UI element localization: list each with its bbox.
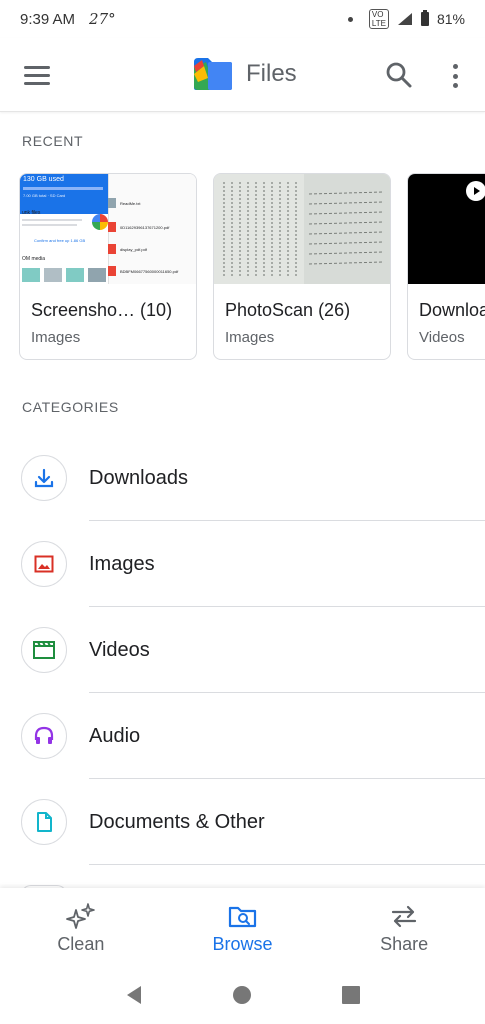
video-icon bbox=[33, 641, 55, 659]
categories-section-label: CATEGORIES bbox=[22, 399, 119, 415]
status-bar: 9:39 AM 27° VO LTE 81% bbox=[0, 0, 485, 38]
nav-clean[interactable]: Clean bbox=[0, 888, 162, 965]
battery-icon bbox=[420, 10, 429, 26]
photoscan-thumbnail bbox=[214, 174, 390, 284]
status-time: 9:39 AM bbox=[20, 10, 76, 28]
recent-card-subtitle: Videos bbox=[419, 329, 465, 346]
back-triangle-icon bbox=[127, 985, 142, 1004]
recent-card-screenshots[interactable]: 130 GB used 7.00 GB total · SD Card unk … bbox=[19, 173, 197, 360]
recent-card-photoscan[interactable]: PhotoScan (26) Images bbox=[213, 173, 391, 360]
nav-browse[interactable]: Browse bbox=[162, 888, 324, 965]
image-icon bbox=[34, 555, 54, 573]
recent-card-downloads[interactable]: Downloa Videos bbox=[407, 173, 485, 360]
category-label: Images bbox=[89, 553, 155, 575]
recent-card-subtitle: Images bbox=[225, 329, 275, 346]
recent-card-subtitle: Images bbox=[31, 329, 81, 346]
menu-button[interactable] bbox=[24, 66, 50, 86]
nav-share[interactable]: Share bbox=[323, 888, 485, 965]
category-label: Audio bbox=[89, 725, 141, 747]
more-vert-icon bbox=[452, 64, 458, 69]
system-navigation-bar bbox=[0, 965, 485, 1024]
search-icon bbox=[386, 62, 412, 88]
browse-folder-icon bbox=[228, 906, 256, 928]
document-icon bbox=[37, 812, 52, 832]
category-videos[interactable]: Videos bbox=[0, 607, 485, 693]
bottom-navigation: Clean Browse Share bbox=[0, 888, 485, 965]
signal-icon bbox=[397, 13, 412, 25]
sparkle-icon bbox=[65, 903, 95, 929]
home-circle-icon bbox=[233, 985, 252, 1004]
volte-icon: VO LTE bbox=[368, 9, 389, 29]
category-audio[interactable]: Audio bbox=[0, 693, 485, 779]
nav-label: Clean bbox=[57, 934, 105, 954]
files-logo-icon bbox=[192, 56, 234, 92]
recent-card-title: Downloa bbox=[419, 300, 485, 320]
divider bbox=[89, 864, 485, 865]
download-icon bbox=[34, 468, 54, 488]
recents-square-icon bbox=[341, 985, 360, 1004]
swap-arrows-icon bbox=[392, 905, 417, 928]
play-icon bbox=[466, 181, 485, 201]
home-button[interactable] bbox=[229, 982, 255, 1008]
recent-card-title: Screensho… (10) bbox=[31, 300, 173, 320]
status-temperature: 27° bbox=[89, 10, 116, 28]
back-button[interactable] bbox=[121, 982, 147, 1008]
recents-button[interactable] bbox=[338, 982, 364, 1008]
notification-dot-icon bbox=[347, 16, 353, 22]
nav-label: Share bbox=[380, 934, 429, 954]
category-images[interactable]: Images bbox=[0, 521, 485, 607]
app-bar: Files bbox=[0, 38, 485, 112]
nav-label: Browse bbox=[212, 934, 273, 954]
video-thumbnail bbox=[408, 174, 485, 284]
app-title: Files bbox=[246, 60, 297, 87]
category-label: Videos bbox=[89, 639, 150, 661]
recent-card-title: PhotoScan (26) bbox=[225, 300, 351, 320]
recent-carousel[interactable]: 130 GB used 7.00 GB total · SD Card unk … bbox=[19, 173, 485, 360]
search-button[interactable] bbox=[384, 60, 414, 90]
category-documents[interactable]: Documents & Other bbox=[0, 779, 485, 865]
app-logo-title: Files bbox=[192, 56, 297, 92]
screenshot-thumbnail: 130 GB used 7.00 GB total · SD Card unk … bbox=[20, 174, 196, 284]
headphones-icon bbox=[34, 726, 54, 744]
category-downloads[interactable]: Downloads bbox=[0, 435, 485, 521]
category-label: Downloads bbox=[89, 467, 188, 489]
category-label: Documents & Other bbox=[89, 811, 265, 833]
more-options-button[interactable] bbox=[446, 62, 464, 90]
battery-percent: 81% bbox=[436, 11, 465, 27]
recent-section-label: RECENT bbox=[22, 133, 84, 149]
